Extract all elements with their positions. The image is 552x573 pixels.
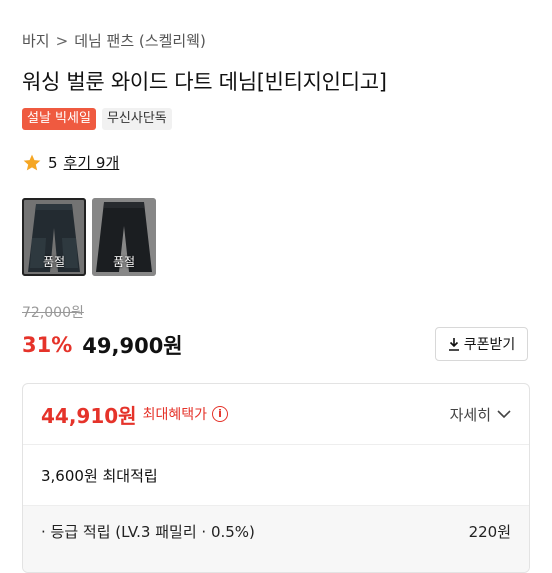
badge-group: 설날 빅세일 무신사단독: [22, 108, 172, 130]
rating-row: 5 후기 9개: [22, 152, 119, 173]
breadcrumb-category[interactable]: 바지: [22, 30, 50, 51]
max-benefit-price: 44,910원: [41, 403, 137, 428]
thumbnail-item[interactable]: 품절: [92, 198, 156, 276]
discount-rate: 31%: [22, 333, 73, 357]
sale-badge: 설날 빅세일: [22, 108, 96, 130]
info-icon[interactable]: i: [211, 406, 228, 422]
coupon-button-label: 쿠폰받기: [463, 337, 516, 353]
breadcrumb-subcategory[interactable]: 데님 팬츠 (스켈리웩): [74, 30, 206, 51]
product-title: 워싱 벌룬 와이드 다트 데님[빈티지인디고]: [22, 70, 387, 94]
download-icon: [448, 338, 459, 351]
exclusive-badge: 무신사단독: [101, 108, 172, 130]
breakdown-value: 220원: [468, 522, 511, 541]
points-row: 3,600원 최대적립: [23, 445, 529, 506]
points-breakdown-row: · 등급 적립 (LV.3 패밀리 · 0.5%) 220원: [41, 506, 511, 548]
thumbnail-list: 품절 품절: [22, 198, 156, 276]
sold-out-label: 품절: [42, 255, 66, 269]
sale-price: 49,900원: [82, 334, 183, 358]
breadcrumb: 바지 > 데님 팬츠 (스켈리웩): [22, 30, 206, 51]
max-benefit-label: 최대혜택가: [142, 407, 207, 423]
rating-score: 5: [48, 153, 58, 172]
price-row: 31% 49,900원: [22, 330, 183, 360]
review-count-link[interactable]: 후기 9개: [64, 152, 120, 173]
star-icon: [23, 154, 41, 170]
coupon-button[interactable]: 쿠폰받기: [435, 327, 528, 361]
benefit-panel: 44,910원 최대혜택가 i 자세히 3,600원 최대적립 · 등급 적립 …: [22, 383, 530, 573]
chevron-right-icon: >: [55, 31, 69, 50]
sold-out-label: 품절: [112, 255, 136, 269]
detail-toggle[interactable]: 자세히: [450, 404, 511, 425]
original-price: 72,000원: [22, 305, 84, 321]
detail-label: 자세히: [449, 405, 491, 424]
points-breakdown: · 등급 적립 (LV.3 패밀리 · 0.5%) 220원: [23, 506, 529, 572]
breakdown-label: · 등급 적립 (LV.3 패밀리 · 0.5%): [41, 522, 255, 541]
benefit-header: 44,910원 최대혜택가 i 자세히: [23, 384, 529, 445]
chevron-down-icon: [497, 409, 511, 418]
thumbnail-item[interactable]: 품절: [22, 198, 86, 276]
